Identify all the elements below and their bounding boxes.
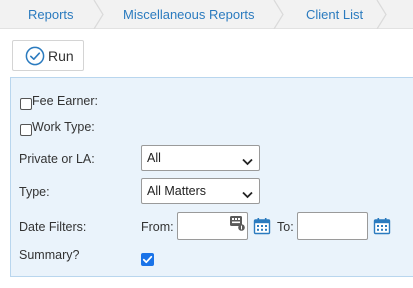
private-or-la-label: Private or LA: bbox=[19, 152, 95, 166]
check-circle-icon bbox=[25, 46, 45, 66]
breadcrumb-reports[interactable]: Reports bbox=[28, 0, 74, 29]
date-filters-label: Date Filters: bbox=[19, 220, 87, 234]
to-calendar-icon[interactable] bbox=[373, 217, 391, 235]
filter-panel: Fee Earner: Work Type: Private or LA: Al… bbox=[10, 77, 413, 277]
to-label: To: bbox=[277, 220, 294, 234]
fee-earner-label: Fee Earner: bbox=[32, 94, 99, 108]
breadcrumb-separator bbox=[92, 0, 106, 29]
summary-checkbox[interactable] bbox=[141, 253, 154, 266]
private-or-la-value: All bbox=[147, 151, 161, 165]
from-calendar-icon[interactable] bbox=[253, 217, 271, 235]
breadcrumb-miscellaneous-reports[interactable]: Miscellaneous Reports bbox=[123, 0, 255, 29]
run-button[interactable]: Run bbox=[12, 40, 84, 71]
type-value: All Matters bbox=[147, 184, 207, 198]
type-label: Type: bbox=[19, 185, 50, 199]
to-date-input[interactable] bbox=[297, 212, 368, 240]
work-type-checkbox[interactable] bbox=[20, 124, 32, 136]
from-label: From: bbox=[141, 220, 174, 234]
summary-label: Summary? bbox=[19, 248, 80, 262]
breadcrumb-separator bbox=[375, 0, 389, 29]
chevron-down-icon bbox=[242, 154, 253, 169]
run-button-label: Run bbox=[48, 48, 74, 64]
breadcrumb: Reports Miscellaneous Reports Client Lis… bbox=[0, 0, 413, 29]
breadcrumb-client-list[interactable]: Client List bbox=[306, 0, 363, 29]
from-date-input[interactable] bbox=[177, 212, 248, 240]
private-or-la-select[interactable]: All bbox=[141, 145, 260, 171]
keyboard-icon[interactable] bbox=[229, 215, 245, 231]
fee-earner-checkbox[interactable] bbox=[20, 98, 32, 110]
chevron-down-icon bbox=[242, 187, 253, 202]
type-select[interactable]: All Matters bbox=[141, 178, 260, 204]
breadcrumb-separator bbox=[272, 0, 286, 29]
work-type-label: Work Type: bbox=[32, 120, 95, 134]
